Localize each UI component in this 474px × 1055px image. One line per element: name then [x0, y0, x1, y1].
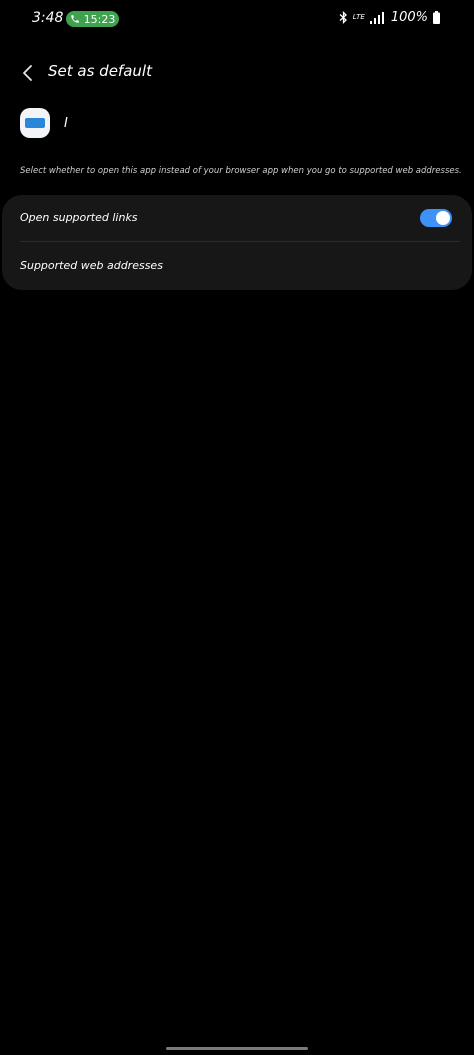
- back-button[interactable]: [14, 60, 40, 86]
- home-indicator[interactable]: [166, 1047, 308, 1050]
- app-logo-mark: [25, 118, 45, 128]
- bluetooth-icon: [339, 11, 347, 24]
- battery-icon: [433, 11, 440, 24]
- chevron-left-icon: [23, 65, 32, 81]
- signal-icon: [369, 11, 384, 24]
- description-text: Select whether to open this app instead …: [20, 166, 462, 176]
- network-type: LTE: [352, 13, 365, 21]
- open-supported-links-row[interactable]: Open supported links: [2, 195, 472, 241]
- toggle-knob: [436, 211, 450, 225]
- app-bar: Set as default: [0, 56, 474, 90]
- open-supported-links-toggle[interactable]: [420, 209, 452, 227]
- phone-icon: [70, 15, 79, 23]
- ongoing-call-pill[interactable]: 15:23: [66, 11, 119, 27]
- status-icons: LTE 100%: [339, 10, 440, 25]
- status-time: 3:48: [32, 10, 64, 26]
- supported-web-addresses-label: Supported web addresses: [20, 259, 163, 272]
- app-icon: [20, 108, 50, 138]
- app-name: I: [64, 115, 68, 131]
- app-info: I: [20, 105, 68, 141]
- status-bar: 3:48 15:23 LTE 100%: [0, 0, 474, 38]
- settings-card: Open supported links Supported web addre…: [2, 195, 472, 290]
- call-timer: 15:23: [83, 12, 116, 26]
- open-supported-links-label: Open supported links: [20, 211, 138, 224]
- supported-web-addresses-row[interactable]: Supported web addresses: [2, 243, 472, 289]
- divider: [20, 241, 460, 242]
- page-title: Set as default: [48, 62, 152, 80]
- battery-percentage: 100%: [390, 10, 428, 25]
